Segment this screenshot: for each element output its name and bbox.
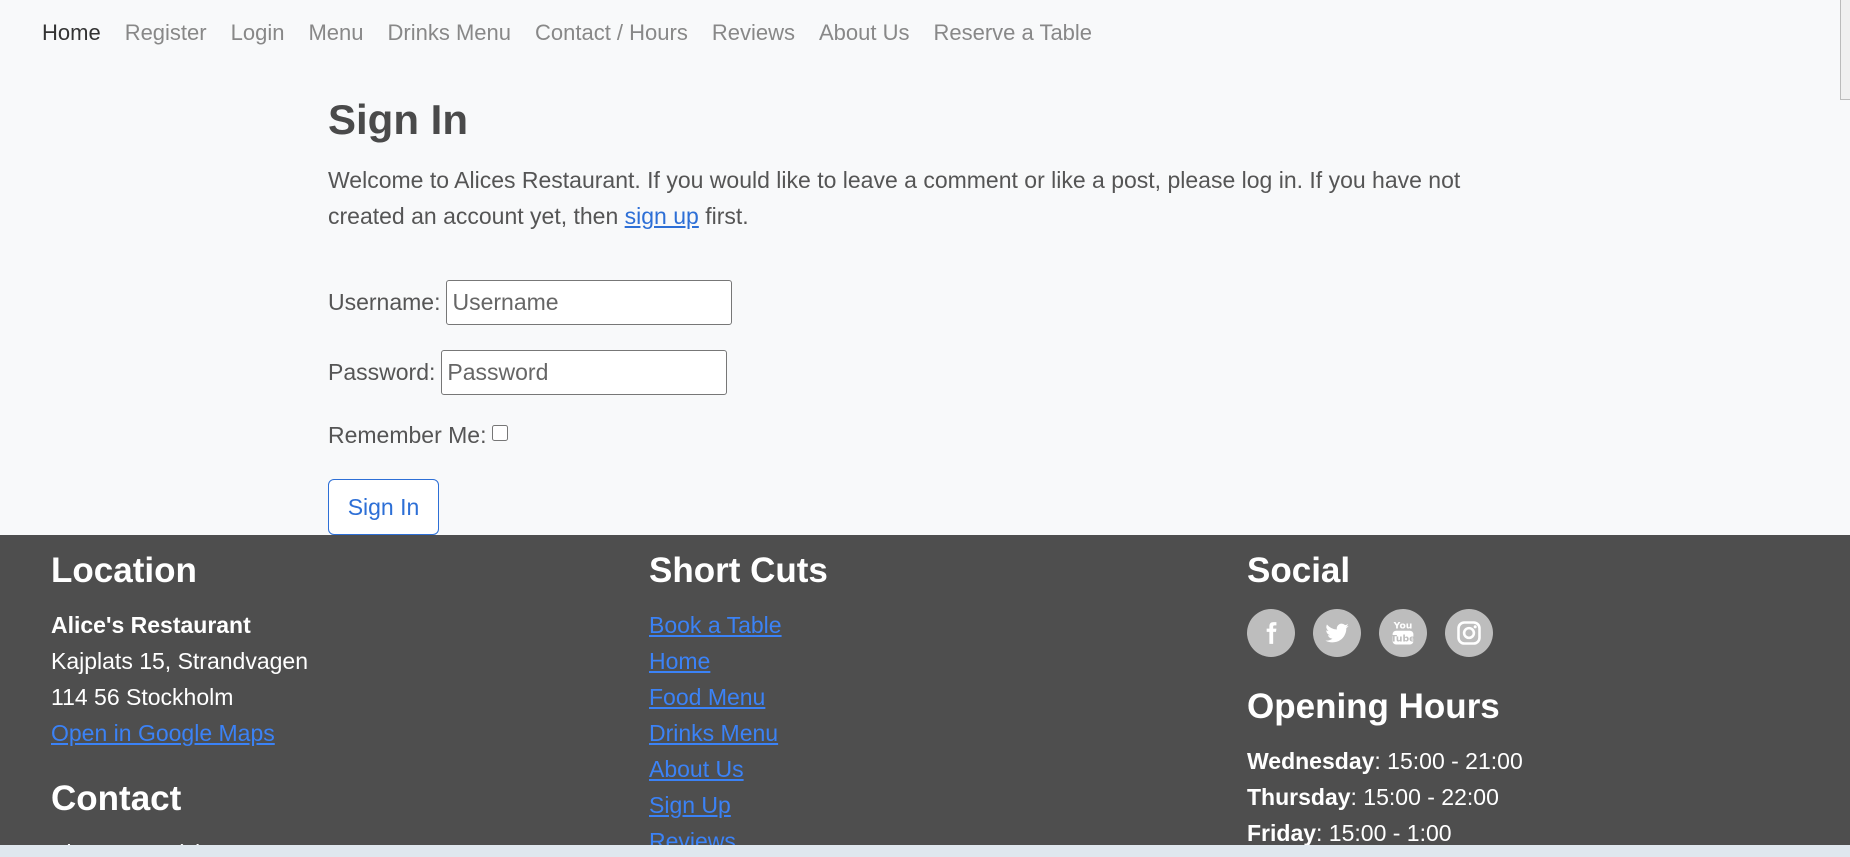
intro-text-start: Welcome to Alices Restaurant. If you wou… bbox=[328, 167, 1461, 229]
location-heading: Location bbox=[51, 551, 197, 590]
address-street: Kajplats 15, Strandvagen bbox=[51, 648, 309, 674]
hours-day: Wednesday bbox=[1247, 748, 1375, 774]
signin-section: Sign In Welcome to Alices Restaurant. If… bbox=[328, 96, 1508, 535]
svg-text:You: You bbox=[1393, 620, 1413, 631]
social-icons: You Tube bbox=[1247, 609, 1523, 657]
intro-text: Welcome to Alices Restaurant. If you wou… bbox=[328, 162, 1508, 234]
remember-row: Remember Me: bbox=[328, 422, 509, 449]
footer-social: Social You Tube Opening Hours Wednesday: … bbox=[1247, 551, 1523, 845]
hours-row: Friday: 15:00 - 1:00 bbox=[1247, 815, 1523, 845]
nav-login[interactable]: Login bbox=[231, 20, 285, 46]
nav-about-us[interactable]: About Us bbox=[819, 20, 910, 46]
hours-day: Thursday bbox=[1247, 784, 1351, 810]
password-label: Password: bbox=[328, 359, 436, 385]
sign-in-button[interactable]: Sign In bbox=[328, 479, 439, 535]
remember-checkbox[interactable] bbox=[492, 424, 509, 441]
address-city: 114 56 Stockholm bbox=[51, 684, 234, 710]
nav-reserve-table[interactable]: Reserve a Table bbox=[933, 20, 1092, 46]
svg-text:Tube: Tube bbox=[1391, 634, 1416, 645]
footer-location: Location Alice's Restaurant Kajplats 15,… bbox=[51, 551, 332, 845]
signup-link[interactable]: sign up bbox=[625, 203, 699, 229]
shortcut-sign-up[interactable]: Sign Up bbox=[649, 787, 828, 823]
shortcut-reviews[interactable]: Reviews bbox=[649, 823, 828, 845]
remember-label: Remember Me: bbox=[328, 422, 487, 448]
page-title: Sign In bbox=[328, 96, 468, 143]
twitter-icon[interactable] bbox=[1313, 609, 1361, 657]
restaurant-name: Alice's Restaurant bbox=[51, 612, 251, 638]
nav-menu[interactable]: Menu bbox=[308, 20, 363, 46]
shortcuts-heading: Short Cuts bbox=[649, 551, 828, 590]
password-input[interactable] bbox=[441, 350, 728, 395]
top-navbar: Home Register Login Menu Drinks Menu Con… bbox=[0, 0, 1840, 66]
hours-time: : 15:00 - 1:00 bbox=[1316, 820, 1452, 845]
hours-row: Thursday: 15:00 - 22:00 bbox=[1247, 779, 1523, 815]
hours-time: : 15:00 - 22:00 bbox=[1350, 784, 1499, 810]
contact-phone: Phone: +46 (0) 8 555 00 01 bbox=[51, 835, 332, 845]
hours-heading: Opening Hours bbox=[1247, 687, 1500, 726]
footer-shortcuts: Short Cuts Book a Table Home Food Menu D… bbox=[649, 551, 828, 845]
youtube-icon[interactable]: You Tube bbox=[1379, 609, 1427, 657]
username-input[interactable] bbox=[446, 280, 733, 325]
social-heading: Social bbox=[1247, 551, 1351, 590]
shortcut-home[interactable]: Home bbox=[649, 643, 828, 679]
shortcut-book-table[interactable]: Book a Table bbox=[649, 607, 828, 643]
instagram-icon[interactable] bbox=[1445, 609, 1493, 657]
hours-day: Friday bbox=[1247, 820, 1317, 845]
shortcut-food-menu[interactable]: Food Menu bbox=[649, 679, 828, 715]
nav-reviews[interactable]: Reviews bbox=[712, 20, 795, 46]
username-label: Username: bbox=[328, 289, 441, 315]
hours-time: : 15:00 - 21:00 bbox=[1374, 748, 1523, 774]
hours-row: Wednesday: 15:00 - 21:00 bbox=[1247, 743, 1523, 779]
facebook-icon[interactable] bbox=[1247, 609, 1295, 657]
nav-home[interactable]: Home bbox=[42, 20, 101, 46]
intro-text-end: first. bbox=[705, 203, 749, 229]
contact-heading: Contact bbox=[51, 779, 182, 818]
opening-hours-list: Wednesday: 15:00 - 21:00 Thursday: 15:00… bbox=[1247, 743, 1523, 845]
nav-drinks-menu[interactable]: Drinks Menu bbox=[388, 20, 511, 46]
footer: Location Alice's Restaurant Kajplats 15,… bbox=[0, 535, 1850, 845]
nav-contact-hours[interactable]: Contact / Hours bbox=[535, 20, 688, 46]
google-maps-link[interactable]: Open in Google Maps bbox=[51, 715, 332, 751]
password-row: Password: bbox=[328, 350, 728, 395]
taskbar-strip bbox=[0, 845, 1850, 857]
shortcut-drinks-menu[interactable]: Drinks Menu bbox=[649, 715, 828, 751]
username-row: Username: bbox=[328, 280, 733, 325]
shortcut-about-us[interactable]: About Us bbox=[649, 751, 828, 787]
page-scrollbar[interactable] bbox=[1840, 0, 1850, 100]
nav-register[interactable]: Register bbox=[125, 20, 207, 46]
